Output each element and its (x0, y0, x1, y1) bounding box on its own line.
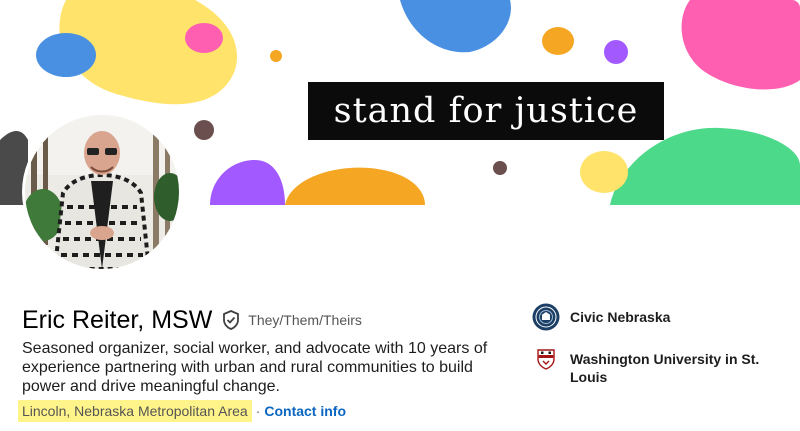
profile-name: Eric Reiter, MSW (22, 305, 213, 334)
profile-avatar[interactable] (22, 112, 182, 272)
org-name-washington-university: Washington University in St. Louis (570, 351, 760, 385)
banner-tagline: stand for justice (308, 82, 664, 140)
profile-pronouns: They/Them/Theirs (248, 312, 362, 328)
civic-nebraska-logo-icon (532, 303, 560, 331)
org-item-civic-nebraska[interactable]: Civic Nebraska (532, 303, 792, 331)
verified-shield-icon[interactable] (220, 309, 242, 331)
name-row: Eric Reiter, MSW They/Them/Theirs (22, 302, 362, 338)
profile-card: stand for justice Eric Reiter, MSW They/… (0, 0, 800, 431)
profile-location: Lincoln, Nebraska Metropolitan Area (18, 400, 252, 422)
org-item-washington-university[interactable]: Washington University in St. Louis (532, 345, 792, 386)
location-separator: · (255, 403, 261, 419)
washu-shield-icon (532, 345, 560, 373)
profile-headline: Seasoned organizer, social worker, and a… (22, 340, 488, 395)
org-name-civic-nebraska: Civic Nebraska (570, 309, 671, 325)
organization-list: Civic Nebraska Washington University in … (532, 303, 792, 386)
avatar-photo (25, 115, 179, 269)
location-row: Lincoln, Nebraska Metropolitan Area · Co… (18, 399, 346, 423)
contact-info-link[interactable]: Contact info (264, 403, 346, 419)
